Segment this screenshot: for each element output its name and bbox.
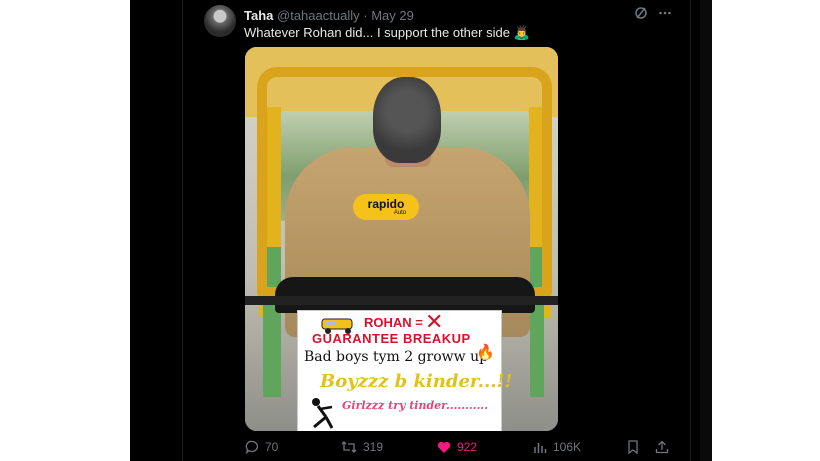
view-count: 106K: [553, 440, 582, 454]
repost-icon: [341, 441, 357, 453]
tweet[interactable]: Taha @tahaactually · May 29 Whatever Roh…: [200, 0, 680, 461]
reply-button[interactable]: 70: [245, 440, 278, 454]
right-rail: [700, 0, 712, 461]
tweet-photo[interactable]: rapido Auto ROHAN = ✕ GUARANTEE BREAKUP …: [245, 47, 558, 431]
like-count: 922: [457, 440, 478, 454]
repost-count: 319: [363, 440, 384, 454]
fire-icon: 🔥: [476, 344, 495, 361]
timeline-divider-right: [690, 0, 691, 461]
views-button[interactable]: 106K: [533, 440, 581, 454]
timeline-divider-left: [182, 0, 183, 461]
share-icon: [655, 440, 669, 454]
more-icon[interactable]: [658, 6, 672, 23]
pushing-figure-icon: [312, 398, 334, 429]
tweet-actions: 70 319 922 106K: [245, 440, 675, 458]
avatar[interactable]: [204, 5, 236, 37]
driver-seat: [275, 277, 535, 313]
header-actions: [634, 6, 672, 23]
repost-button[interactable]: 319: [341, 440, 383, 454]
seat-sign: ROHAN = ✕ GUARANTEE BREAKUP Bad boys tym…: [297, 309, 512, 431]
handle[interactable]: @tahaactually: [277, 8, 360, 23]
grok-icon[interactable]: [634, 6, 648, 23]
rapido-logo: rapido Auto: [353, 194, 419, 220]
tweet-text: Whatever Rohan did... I support the othe…: [244, 25, 530, 40]
sign-line-2: GUARANTEE BREAKUP: [312, 331, 471, 346]
share-button[interactable]: [655, 440, 669, 454]
like-button[interactable]: 922: [437, 440, 477, 454]
views-icon: [534, 443, 547, 453]
bookmark-icon: [628, 440, 638, 454]
dot-separator: ·: [363, 8, 368, 23]
tweet-header: Taha @tahaactually · May 29: [244, 8, 414, 23]
seat-bar: [245, 296, 558, 305]
reply-count: 70: [265, 440, 279, 454]
bookmark-button[interactable]: [627, 440, 639, 454]
sign-line-3: Bad boys tym 2 groww up: [304, 349, 489, 365]
display-name[interactable]: Taha: [244, 8, 273, 23]
sign-line-4: Boyzzz b kinder...!!: [320, 371, 513, 392]
logo-brand: rapido: [367, 197, 405, 211]
reply-icon: [245, 440, 259, 454]
sign-line-5: Girlzzz try tinder...........: [342, 399, 489, 412]
heart-icon: [437, 441, 451, 453]
sign-line-1: ROHAN =: [364, 315, 423, 330]
driver-head: [373, 77, 441, 163]
timestamp[interactable]: May 29: [371, 8, 414, 23]
